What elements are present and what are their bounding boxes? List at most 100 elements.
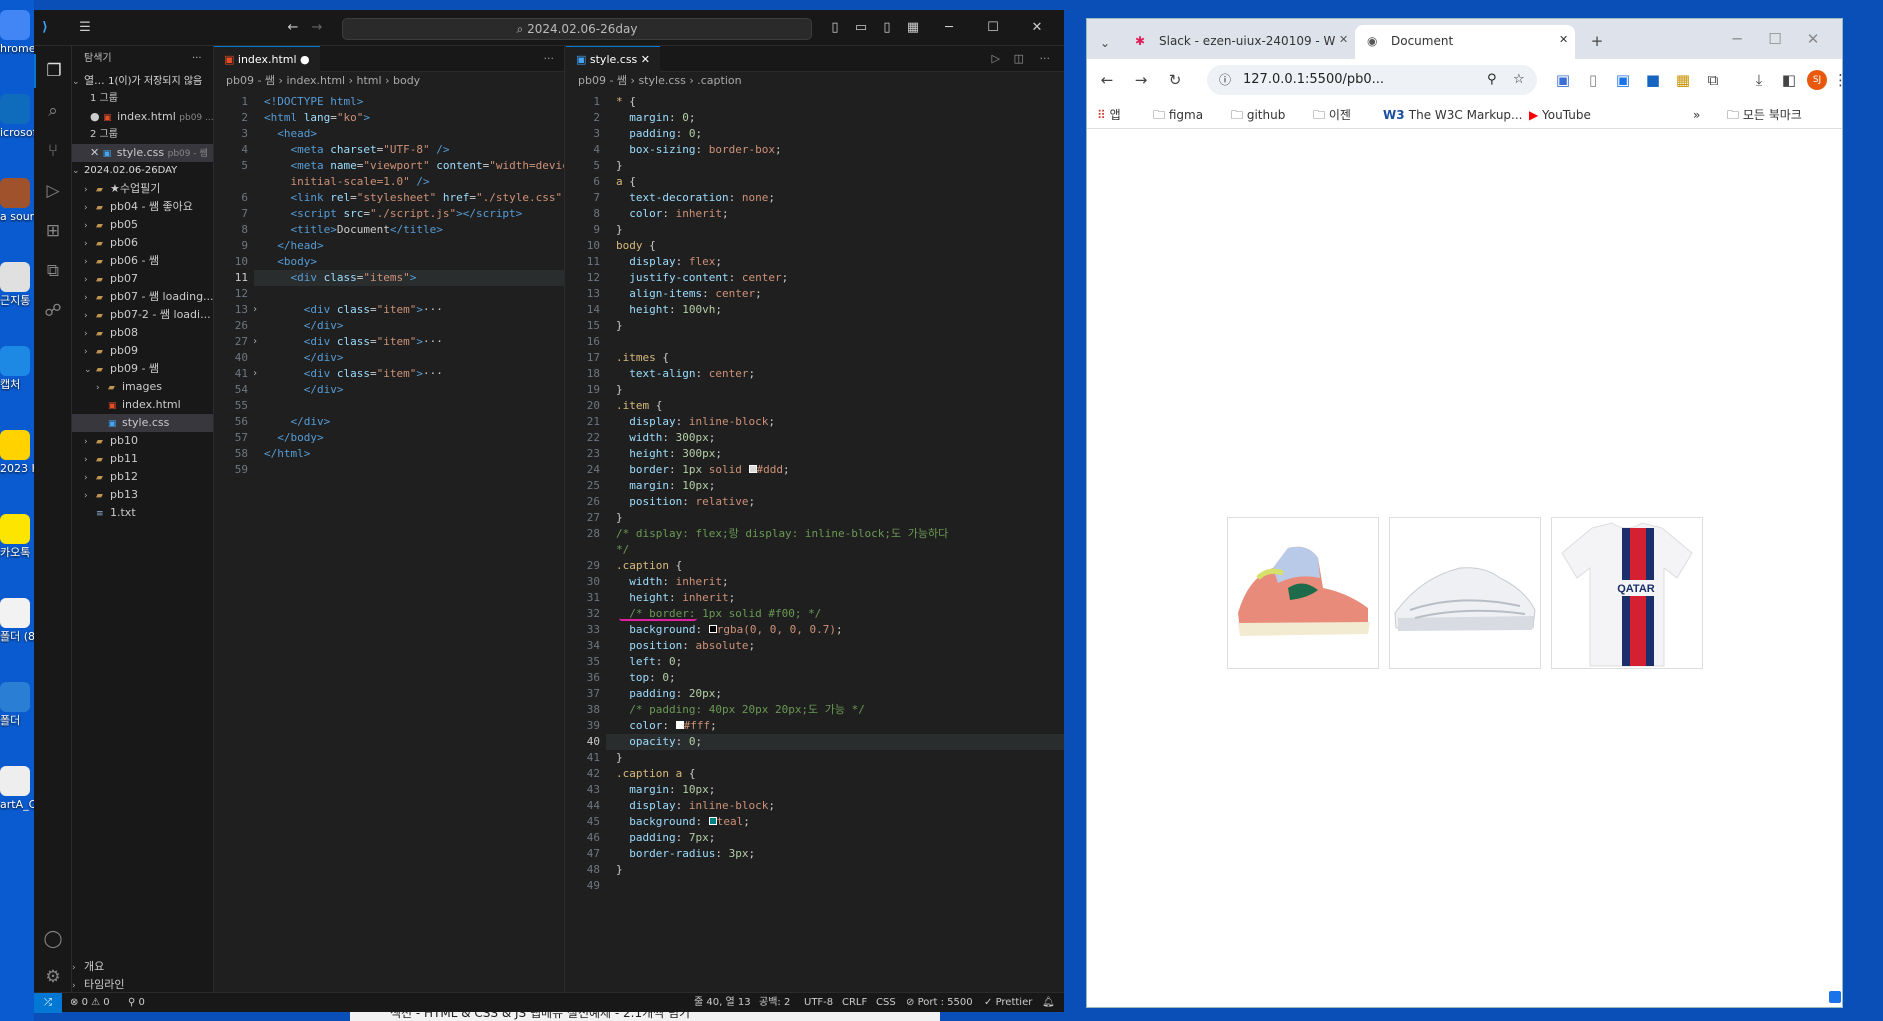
tree-item[interactable]: › ▰ pb07-2 - 쌤 loadi... xyxy=(72,306,213,324)
live-share-icon[interactable]: ☍ xyxy=(34,294,72,328)
search-icon[interactable]: ⌕ xyxy=(34,94,72,128)
bookmark-figma[interactable]: 🗀︎ figma xyxy=(1153,101,1203,129)
notifications-icon[interactable]: 🔔︎ xyxy=(1042,993,1055,1013)
fold-chevron-icon[interactable]: › xyxy=(252,334,258,350)
forward-arrow-icon[interactable]: → xyxy=(1131,70,1151,90)
code-editor-css[interactable]: 1 * {2 margin: 0; 3 padding: 0; 4 box-sizin… xyxy=(566,90,1064,900)
forward-arrow-icon[interactable]: → xyxy=(308,19,326,37)
extension-icon[interactable]: ▣ xyxy=(1553,70,1573,90)
tree-item[interactable]: › ▰ pb04 - 쌤 좋아요 xyxy=(72,198,213,216)
desktop-icon[interactable]: 폴더 (8 xyxy=(0,598,34,643)
source-control-icon[interactable]: ⑂ xyxy=(34,134,72,168)
reload-icon[interactable]: ↻ xyxy=(1165,70,1185,90)
download-icon[interactable]: ⤓ xyxy=(1749,70,1769,90)
side-panel-icon[interactable]: ◧ xyxy=(1779,70,1799,90)
item-psg-jersey[interactable]: QATAR xyxy=(1551,517,1703,669)
tree-item[interactable]: › ▰ images xyxy=(72,378,213,396)
desktop-icon[interactable]: icrosof Edge xyxy=(0,94,34,139)
cursor-position[interactable]: 줄 40, 열 13 xyxy=(694,993,751,1013)
tree-item[interactable]: › ▰ pb12 xyxy=(72,468,213,486)
back-arrow-icon[interactable]: ← xyxy=(284,19,302,37)
breadcrumb-item[interactable]: style.css xyxy=(638,74,685,87)
ports-indicator[interactable]: ⚲ 0 xyxy=(128,993,145,1013)
toggle-secondary-sidebar-icon[interactable]: ▯ xyxy=(878,19,896,37)
run-debug-icon[interactable]: ▷ xyxy=(34,174,72,208)
desktop-icon[interactable]: a sourc Part2 xyxy=(0,178,34,223)
remote-explorer-icon[interactable]: ⧉ xyxy=(34,254,72,288)
toggle-panel-icon[interactable]: ▭ xyxy=(852,19,870,37)
minimize-icon[interactable]: ─ xyxy=(1727,29,1747,49)
close-tab-icon[interactable]: ✕ xyxy=(1339,33,1348,46)
bookmark-w3c[interactable]: W3 The W3C Markup... xyxy=(1383,101,1522,129)
line-ending[interactable]: CRLF xyxy=(842,993,867,1013)
bookmark-github[interactable]: 🗀︎ github xyxy=(1231,101,1285,129)
open-editors-header[interactable]: ⌄ 열... 1(이)가 저장되지 않음 xyxy=(72,72,213,90)
tree-item[interactable]: ≡ 1.txt xyxy=(72,504,213,522)
breadcrumb-item[interactable]: body xyxy=(393,74,420,87)
breadcrumb-item[interactable]: index.html xyxy=(286,74,345,87)
tree-item[interactable]: › ▰ pb09 xyxy=(72,342,213,360)
desktop-icon[interactable]: hrome xyxy=(0,10,34,55)
account-icon[interactable]: ◯ xyxy=(34,922,72,956)
close-icon[interactable]: ✕ xyxy=(1028,19,1046,37)
bookmark-youtube[interactable]: ▶ YouTube xyxy=(1529,101,1591,129)
tab-document[interactable]: ◉ Document xyxy=(1355,25,1575,59)
tab-slack[interactable]: ✱ Slack - ezen-uiux-240109 - W xyxy=(1123,25,1345,59)
corner-extension-icon[interactable] xyxy=(1829,991,1841,1003)
breadcrumb-item[interactable]: html xyxy=(357,74,382,87)
address-bar[interactable]: ⓘ 127.0.0.1:5500/pb0... ⚲ ☆ xyxy=(1207,65,1537,95)
desktop-icon[interactable]: 캡처 xyxy=(0,346,34,391)
more-actions-icon[interactable]: ··· xyxy=(534,46,565,72)
code-editor-html[interactable]: 1 <!DOCTYPE html> 2 <html lang="ko"> 3 <head… xyxy=(214,90,564,484)
problems-indicator[interactable]: ⊗ 0 ⚠ 0 xyxy=(70,993,110,1013)
tree-item[interactable]: › ▰ pb05 xyxy=(72,216,213,234)
indentation[interactable]: 공백: 2 xyxy=(759,993,790,1013)
tree-item[interactable]: › ▰ pb07 - 쌤 loading... xyxy=(72,288,213,306)
tree-item[interactable]: ▣ style.css xyxy=(72,414,213,432)
outline-section[interactable]: › 개요 xyxy=(72,958,213,976)
workspace-root[interactable]: ⌄ 2024.02.06-26DAY xyxy=(72,162,213,180)
close-icon[interactable]: ✕ xyxy=(1803,29,1823,49)
breadcrumb-item[interactable]: pb09 - 쌤 xyxy=(226,74,275,87)
tree-item[interactable]: › ▰ ★수업필기 xyxy=(72,180,213,198)
prettier-status[interactable]: ✓ Prettier xyxy=(984,993,1032,1013)
extension-icon[interactable]: ■ xyxy=(1643,70,1663,90)
tree-item[interactable]: › ▰ pb13 xyxy=(72,486,213,504)
bookmark-all[interactable]: 🗀︎ 모든 북마크 xyxy=(1727,101,1802,129)
toggle-sidebar-icon[interactable]: ▯ xyxy=(826,19,844,37)
bookmark-ezen[interactable]: 🗀︎ 이젠 xyxy=(1313,101,1351,129)
tree-item[interactable]: › ▰ pb06 - 쌤 xyxy=(72,252,213,270)
tree-item[interactable]: › ▰ pb06 xyxy=(72,234,213,252)
tree-item[interactable]: › ▰ pb07 xyxy=(72,270,213,288)
minimize-icon[interactable]: ─ xyxy=(940,19,958,37)
tab-search-icon[interactable]: ⌄ xyxy=(1095,33,1115,53)
fold-chevron-icon[interactable]: › xyxy=(252,302,258,318)
bookmark-apps[interactable]: ⠿ 앱 xyxy=(1097,101,1121,129)
item-sneaker-white[interactable] xyxy=(1389,517,1541,669)
tab-index-html[interactable]: ▣ index.html ● xyxy=(214,46,320,72)
back-arrow-icon[interactable]: ← xyxy=(1097,70,1117,90)
bookmark-star-icon[interactable]: ☆ xyxy=(1513,65,1525,95)
encoding[interactable]: UTF-8 xyxy=(804,993,833,1013)
language-mode[interactable]: CSS xyxy=(876,993,896,1013)
settings-gear-icon[interactable]: ⚙ xyxy=(34,960,72,994)
breadcrumb-item[interactable]: .caption xyxy=(697,74,741,87)
extensions-icon[interactable]: ⊞ xyxy=(34,214,72,248)
avatar[interactable]: SJ xyxy=(1807,70,1827,90)
more-actions-icon[interactable]: ··· xyxy=(1030,46,1061,72)
desktop-icon[interactable]: 2023 K ep교육 사랑P xyxy=(0,430,34,475)
new-tab-icon[interactable]: + xyxy=(1587,31,1607,51)
breadcrumb-item[interactable]: pb09 - 쌤 xyxy=(578,74,627,87)
fold-chevron-icon[interactable]: › xyxy=(252,366,258,382)
remote-indicator-icon[interactable]: ⤮ xyxy=(34,993,62,1013)
more-bookmarks-icon[interactable]: » xyxy=(1693,101,1700,129)
zoom-icon[interactable]: ⚲ xyxy=(1487,65,1497,95)
tree-item[interactable]: › ▰ pb08 xyxy=(72,324,213,342)
desktop-icon[interactable]: 근지통 xyxy=(0,262,34,307)
menu-kebab-icon[interactable]: ⋮ xyxy=(1833,70,1842,90)
desktop-icon[interactable]: 폴더 xyxy=(0,682,34,727)
open-editor-style-css[interactable]: ✕ ▣ style.css pb09 - 쌤 xyxy=(72,144,213,162)
tree-item[interactable]: › ▰ pb11 xyxy=(72,450,213,468)
close-icon[interactable]: ✕ xyxy=(641,53,650,66)
explorer-icon[interactable]: ❐ xyxy=(34,54,72,88)
